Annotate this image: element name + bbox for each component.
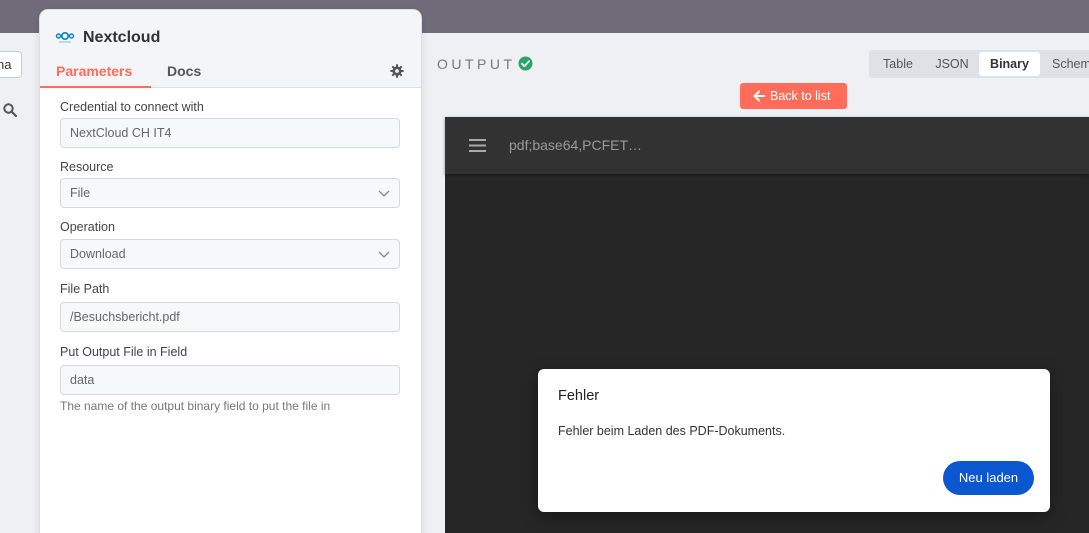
chevron-down-icon (378, 190, 390, 197)
node-title: Nextcloud (83, 29, 161, 46)
search-icon[interactable] (3, 103, 17, 117)
tab-docs[interactable]: Docs (167, 63, 201, 79)
resource-label: Resource (60, 160, 114, 174)
operation-select[interactable]: Download (60, 239, 400, 269)
node-parameters-panel: Nextcloud Parameters Docs Credential to … (40, 10, 421, 533)
view-mode-json[interactable]: JSON (927, 52, 977, 76)
nextcloud-logo-icon (55, 31, 75, 43)
credential-input[interactable]: NextCloud CH IT4 (60, 118, 400, 148)
view-mode-binary[interactable]: Binary (979, 52, 1040, 76)
panel-header: Nextcloud Parameters Docs (40, 10, 421, 88)
back-to-list-button[interactable]: Back to list (740, 83, 847, 109)
output-field-input[interactable]: data (60, 365, 400, 395)
menu-icon[interactable] (469, 139, 486, 152)
operation-value: Download (70, 247, 126, 261)
operation-label: Operation (60, 220, 115, 234)
output-field-label: Put Output File in Field (60, 345, 188, 359)
previous-panel-input[interactable]: na (0, 51, 22, 78)
error-dialog: Fehler Fehler beim Laden des PDF-Dokumen… (538, 369, 1050, 512)
view-mode-switcher: Table JSON Binary Schema (869, 50, 1089, 78)
view-mode-table[interactable]: Table (871, 52, 925, 76)
error-dialog-message: Fehler beim Laden des PDF-Dokuments. (558, 424, 786, 438)
gear-icon[interactable] (390, 64, 404, 78)
back-to-list-label: Back to list (770, 89, 831, 103)
chevron-down-icon (378, 251, 390, 258)
active-tab-underline (40, 86, 151, 88)
resource-select[interactable]: File (60, 178, 400, 208)
pdf-viewer-title: pdf;base64,PCFET… (509, 137, 643, 153)
output-field-hint: The name of the output binary field to p… (60, 399, 331, 413)
output-title: OUTPUT (437, 56, 516, 72)
pdf-viewer-toolbar: pdf;base64,PCFET… (445, 117, 1089, 174)
credential-label: Credential to connect with (60, 100, 204, 114)
resource-value: File (70, 186, 91, 200)
success-check-icon (518, 56, 533, 71)
arrow-left-icon (753, 90, 765, 102)
file-path-label: File Path (60, 282, 110, 296)
tab-parameters[interactable]: Parameters (56, 63, 132, 79)
error-dialog-title: Fehler (558, 388, 600, 404)
file-path-input[interactable]: /Besuchsbericht.pdf (60, 302, 400, 332)
view-mode-schema[interactable]: Schema (1042, 52, 1089, 76)
reload-button[interactable]: Neu laden (943, 461, 1034, 495)
